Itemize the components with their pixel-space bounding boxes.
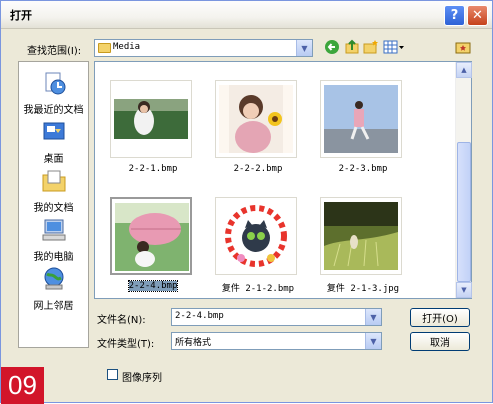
- scroll-down-button[interactable]: ▼: [456, 282, 472, 298]
- scrollbar-thumb[interactable]: [457, 142, 471, 282]
- close-button[interactable]: ✕: [467, 5, 488, 26]
- image-sequence-label: 图像序列: [122, 373, 162, 384]
- filetype-value: 所有格式: [175, 338, 212, 348]
- vertical-scrollbar[interactable]: ▲ ▼: [455, 62, 472, 298]
- favorites-folder-icon[interactable]: [455, 39, 471, 55]
- photo-thumbnail: [324, 202, 398, 270]
- file-thumbnail: [320, 197, 402, 275]
- file-thumbnail: [215, 80, 297, 158]
- place-label: 网上邻居: [33, 301, 74, 312]
- photo-thumbnail: [324, 85, 398, 153]
- photo-thumbnail: [115, 203, 189, 271]
- up-folder-icon[interactable]: [344, 39, 360, 55]
- lookin-combo[interactable]: Media ▼: [94, 39, 313, 57]
- filetype-label: 文件类型(T):: [97, 339, 155, 350]
- chevron-down-icon[interactable]: ▼: [365, 333, 381, 349]
- place-my-computer[interactable]: 我的电脑: [19, 217, 88, 263]
- filetype-combo[interactable]: 所有格式 ▼: [171, 332, 382, 350]
- close-icon: ✕: [472, 8, 483, 23]
- photo-thumbnail: [219, 85, 293, 153]
- folder-icon: [98, 43, 111, 53]
- open-button[interactable]: 打开(O): [410, 308, 470, 327]
- image-sequence-checkbox[interactable]: [107, 369, 118, 380]
- my-documents-icon: [42, 170, 65, 192]
- recent-documents-icon: [45, 72, 65, 95]
- lookin-value: Media: [113, 42, 141, 52]
- filename-value: 2-2-4.bmp: [175, 311, 224, 321]
- file-view: 2-2-1.bmp 2-2-2.bmp 2-2-3.bmp 2-2-4.bmp: [94, 61, 472, 299]
- file-name: 2-2-4.bmp: [127, 280, 179, 292]
- chevron-down-icon[interactable]: ▼: [296, 40, 312, 56]
- view-menu-icon[interactable]: [383, 39, 405, 55]
- step-number-badge: 09: [1, 367, 44, 404]
- place-label: 我的电脑: [33, 252, 74, 263]
- place-label: 我的文档: [33, 203, 74, 214]
- place-desktop[interactable]: 桌面: [19, 119, 88, 165]
- file-thumbnail: [110, 197, 192, 275]
- help-icon: ?: [450, 8, 459, 23]
- place-label: 我最近的文档: [23, 105, 84, 116]
- file-thumbnail: [320, 80, 402, 158]
- desktop-icon: [43, 122, 64, 140]
- file-thumbnail: [110, 80, 192, 158]
- filename-combo[interactable]: 2-2-4.bmp ▼: [171, 308, 382, 326]
- file-name: 2-2-3.bmp: [338, 164, 388, 174]
- back-icon[interactable]: [324, 39, 340, 55]
- lookin-label: 查找范围(I):: [27, 46, 82, 57]
- file-name: 2-2-1.bmp: [128, 164, 178, 174]
- file-name: 2-2-2.bmp: [233, 164, 283, 174]
- filename-label: 文件名(N):: [97, 315, 146, 326]
- my-computer-icon: [42, 219, 65, 241]
- places-bar: 我最近的文档 桌面 我的文档 我的电脑 网上邻居: [18, 61, 89, 348]
- help-button[interactable]: ?: [444, 5, 465, 26]
- chevron-down-icon[interactable]: ▼: [365, 309, 381, 325]
- new-folder-icon[interactable]: [363, 39, 379, 55]
- place-label: 桌面: [43, 154, 64, 165]
- photo-thumbnail: [219, 202, 293, 270]
- file-thumbnail: [215, 197, 297, 275]
- place-recent-documents[interactable]: 我最近的文档: [19, 70, 88, 116]
- place-network[interactable]: 网上邻居: [19, 266, 88, 312]
- network-places-icon: [44, 267, 63, 290]
- open-dialog: 打开 ? ✕ 查找范围(I): Media ▼ 我最近的文档 桌面 我的文档 我…: [0, 0, 493, 404]
- dialog-title: 打开: [10, 9, 32, 22]
- file-name: 复件 2-1-2.bmp: [221, 284, 295, 294]
- title-bar: 打开 ? ✕: [1, 1, 492, 29]
- photo-thumbnail: [114, 85, 188, 153]
- scroll-up-button[interactable]: ▲: [456, 62, 472, 78]
- place-my-documents[interactable]: 我的文档: [19, 168, 88, 214]
- file-name: 复件 2-1-3.jpg: [326, 284, 400, 294]
- cancel-button[interactable]: 取消: [410, 332, 470, 351]
